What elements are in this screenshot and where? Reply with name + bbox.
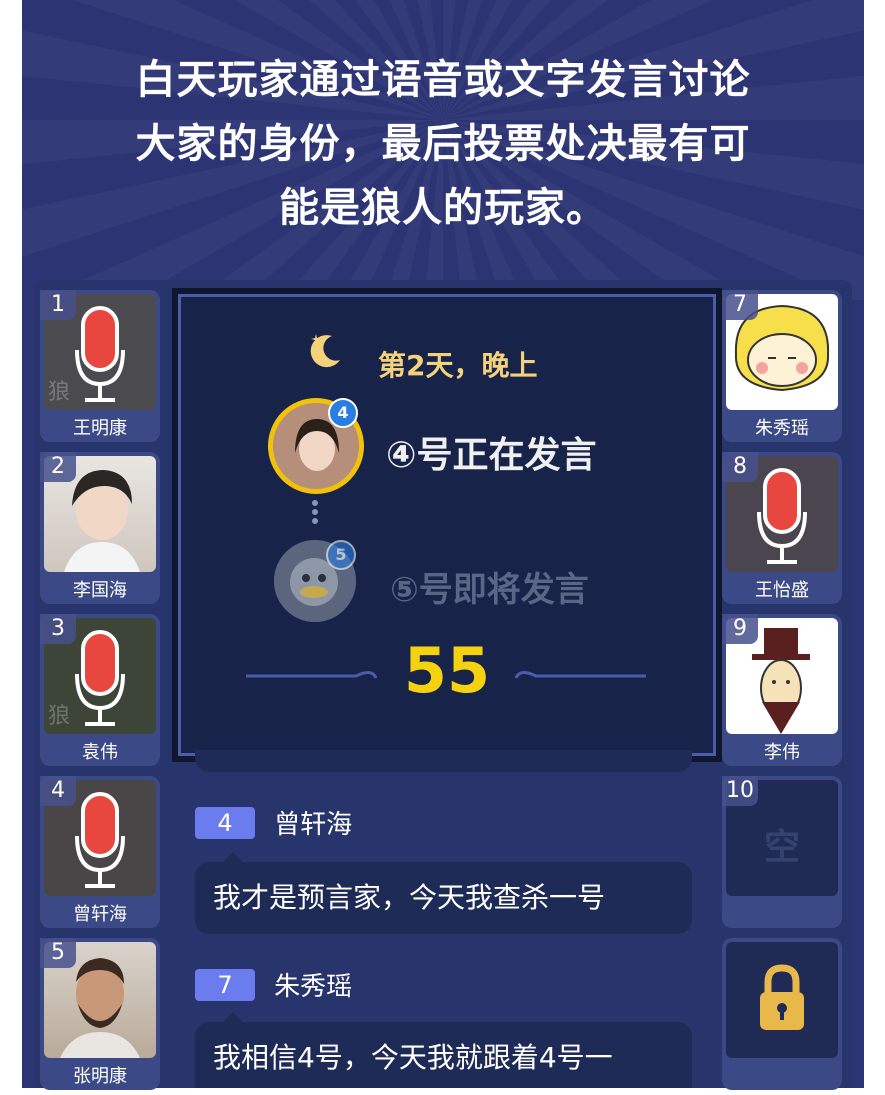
microphone-icon bbox=[75, 792, 125, 888]
seat-number: 10 bbox=[722, 776, 758, 806]
seat-number: 4 bbox=[40, 776, 76, 806]
locked-seat[interactable] bbox=[722, 938, 842, 1090]
sender-number-pill: 4 bbox=[195, 806, 255, 839]
seat-name: 李伟 bbox=[764, 742, 800, 763]
day-label: 第2天，晚上 bbox=[378, 349, 538, 382]
speaker-number-badge: 4 bbox=[328, 398, 358, 428]
lock-icon bbox=[760, 964, 804, 1030]
seat-name: 张明康 bbox=[73, 1066, 127, 1087]
next-number-badge: 5 bbox=[326, 540, 356, 570]
seat-1[interactable]: 狼 1 王明康 bbox=[40, 290, 160, 442]
speaking-status-panel: 第2天，晚上 4 ④号正在发言 5 ⑤号即将发言 55 bbox=[172, 288, 722, 762]
microphone-icon bbox=[75, 306, 125, 402]
seat-number: 3 bbox=[40, 614, 76, 644]
seat-7[interactable]: 7 朱秀瑶 bbox=[722, 290, 842, 442]
sender-number-pill: 7 bbox=[195, 968, 255, 1001]
seat-name: 王明康 bbox=[73, 418, 127, 439]
headline-line-3: 能是狼人的玩家。 bbox=[279, 185, 607, 231]
seat-number: 1 bbox=[40, 290, 76, 320]
current-speaker-text: ④号正在发言 bbox=[386, 435, 597, 476]
chat-message-header: 7 朱秀瑶 bbox=[195, 966, 353, 1002]
sender-name: 曾轩海 bbox=[274, 810, 353, 840]
seat-8[interactable]: 8 王怡盛 bbox=[722, 452, 842, 604]
seat-number: 7 bbox=[722, 290, 758, 320]
countdown-timer: 55 bbox=[403, 634, 491, 707]
seat-9[interactable]: 9 李伟 bbox=[722, 614, 842, 766]
seat-10[interactable]: 空 10 bbox=[722, 776, 842, 928]
chat-bubble: 我才是预言家，今天我查杀一号 bbox=[195, 852, 692, 934]
locked-seat-picture bbox=[726, 942, 838, 1058]
next-speaker-text: ⑤号即将发言 bbox=[390, 570, 589, 610]
seat-name: 王怡盛 bbox=[755, 580, 809, 601]
seat-name: 袁伟 bbox=[82, 742, 118, 763]
microphone-icon bbox=[757, 468, 807, 564]
previous-bubble-tail bbox=[195, 750, 692, 772]
headline-line-2: 大家的身份，最后投票处决最有可 bbox=[135, 121, 751, 167]
sender-name: 朱秀瑶 bbox=[274, 972, 353, 1002]
seat-number: 9 bbox=[722, 614, 758, 644]
seat-3[interactable]: 狼 3 袁伟 bbox=[40, 614, 160, 766]
seat-number: 8 bbox=[722, 452, 758, 482]
chat-message-header: 4 曾轩海 bbox=[195, 804, 353, 840]
wolf-label: 狼 bbox=[48, 704, 71, 729]
microphone-icon bbox=[75, 630, 125, 726]
rules-headline: 白天玩家通过语音或文字发言讨论 大家的身份，最后投票处决最有可 能是狼人的玩家。 bbox=[22, 48, 864, 240]
seat-5[interactable]: 5 张明康 bbox=[40, 938, 160, 1090]
seat-2[interactable]: 2 李国海 bbox=[40, 452, 160, 604]
chat-bubble: 我相信4号，今天我就跟着4号一 bbox=[195, 1012, 692, 1088]
seat-4[interactable]: 4 曾轩海 bbox=[40, 776, 160, 928]
queue-connector bbox=[312, 500, 324, 524]
seat-number: 5 bbox=[40, 938, 76, 968]
seat-name: 曾轩海 bbox=[73, 904, 127, 925]
empty-seat-label: 空 bbox=[763, 827, 800, 868]
seat-name: 李国海 bbox=[73, 580, 127, 601]
headline-line-1: 白天玩家通过语音或文字发言讨论 bbox=[135, 57, 751, 103]
seat-number: 2 bbox=[40, 452, 76, 482]
moon-icon bbox=[310, 334, 340, 368]
wolf-label: 狼 bbox=[48, 380, 71, 405]
seat-name: 朱秀瑶 bbox=[755, 418, 809, 439]
